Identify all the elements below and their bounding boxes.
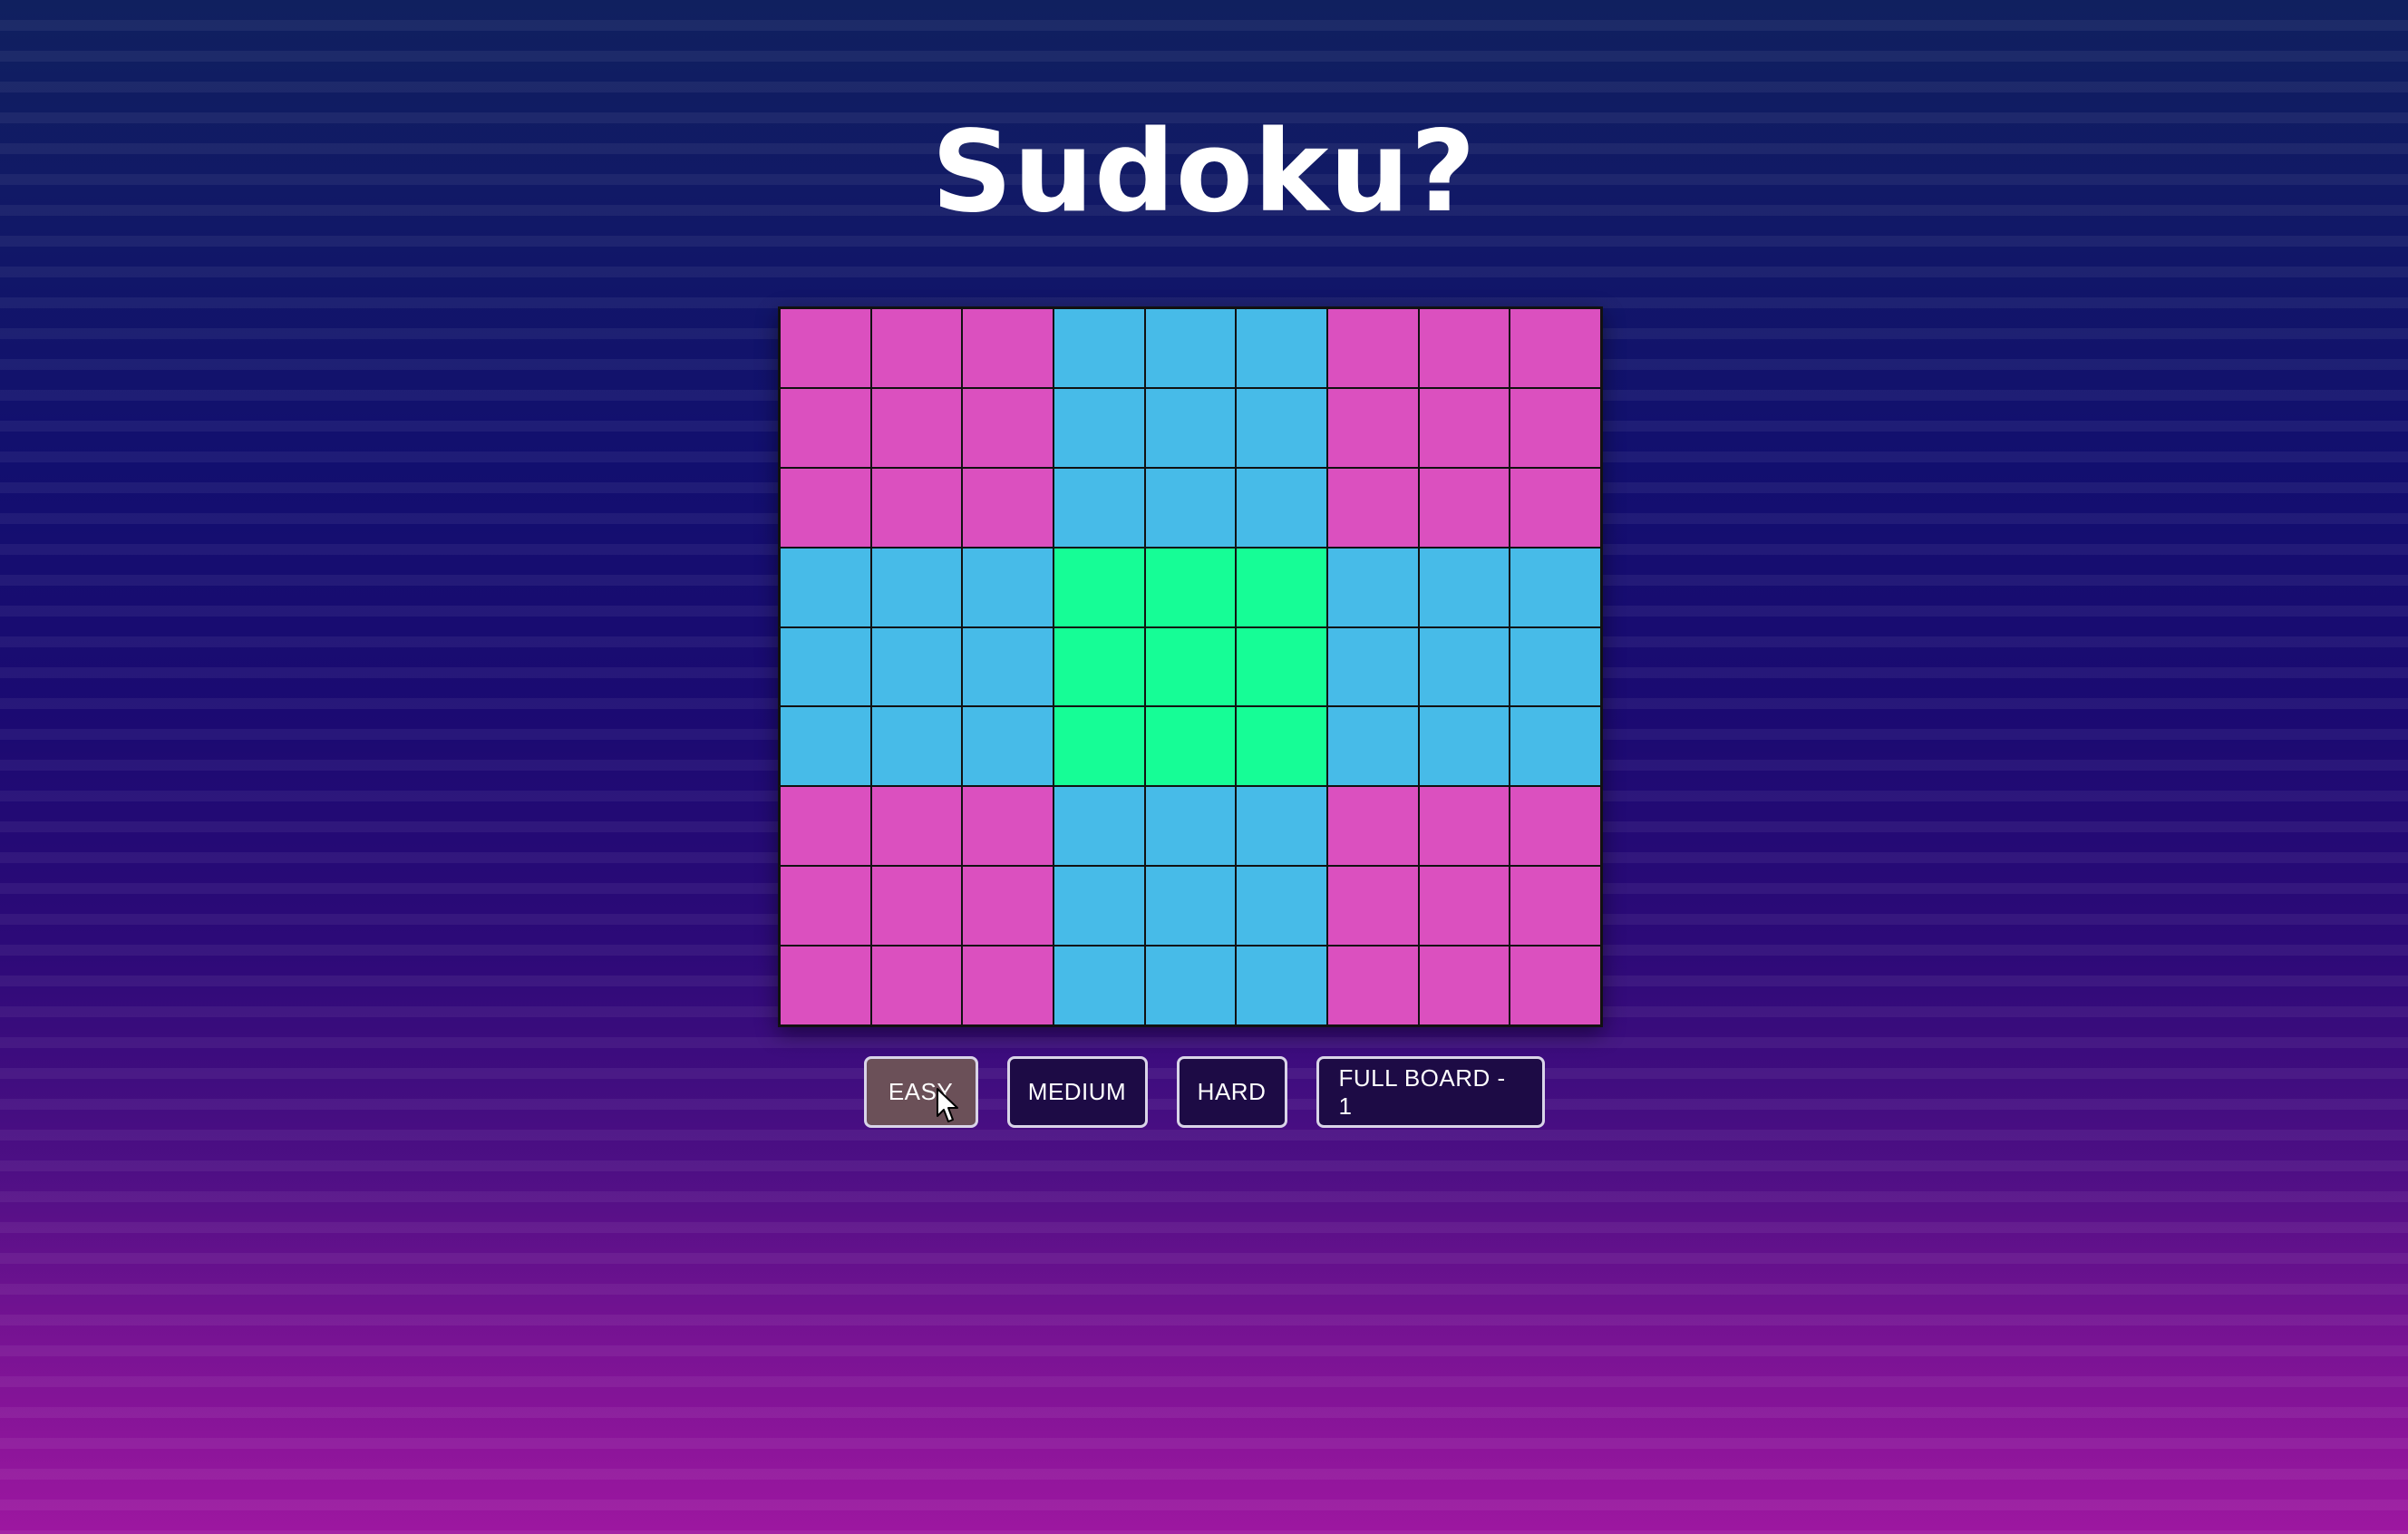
board-cell[interactable] [870, 308, 963, 388]
board-cell[interactable] [1510, 626, 1601, 707]
board-cell[interactable] [1053, 467, 1145, 548]
board-cell[interactable] [780, 706, 871, 787]
board-cell[interactable] [1510, 946, 1601, 1025]
board-cell[interactable] [870, 946, 963, 1025]
board-cell[interactable] [1236, 706, 1327, 787]
board-cell[interactable] [780, 308, 871, 388]
board-cell[interactable] [1510, 547, 1601, 627]
board-cell[interactable] [1236, 946, 1327, 1025]
board-cell[interactable] [1326, 387, 1419, 468]
board-cell[interactable] [1144, 786, 1237, 867]
board-cell[interactable] [1053, 866, 1145, 947]
board-cell[interactable] [1510, 866, 1601, 947]
board-cell[interactable] [1053, 786, 1145, 867]
board-cell[interactable] [1326, 786, 1419, 867]
board-cell[interactable] [1418, 467, 1510, 548]
board-cell[interactable] [780, 626, 871, 707]
board-cell[interactable] [1326, 547, 1419, 627]
board-cell[interactable] [1326, 866, 1419, 947]
board-cell[interactable] [1418, 866, 1510, 947]
board-cell[interactable] [1144, 946, 1237, 1025]
board-cell[interactable] [1418, 946, 1510, 1025]
board-cell[interactable] [1144, 866, 1237, 947]
mouse-pointer-icon [937, 1088, 958, 1122]
board-cell[interactable] [780, 786, 871, 867]
board-cell[interactable] [962, 387, 1054, 468]
board-cell[interactable] [1418, 626, 1510, 707]
board-cell[interactable] [1236, 866, 1327, 947]
board-cell[interactable] [870, 467, 963, 548]
board-cell[interactable] [962, 547, 1054, 627]
board-cell[interactable] [1418, 547, 1510, 627]
board-cell[interactable] [962, 866, 1054, 947]
board-cell[interactable] [1510, 308, 1601, 388]
board-cell[interactable] [1510, 387, 1601, 468]
board-cell[interactable] [1144, 308, 1237, 388]
board-cell[interactable] [780, 866, 871, 947]
board-cell[interactable] [962, 467, 1054, 548]
board-cell[interactable] [1053, 946, 1145, 1025]
sudoku-board [778, 306, 1603, 1027]
hard-button[interactable]: HARD [1176, 1056, 1287, 1128]
board-cell[interactable] [1326, 467, 1419, 548]
board-cell[interactable] [1053, 706, 1145, 787]
board-cell[interactable] [1236, 626, 1327, 707]
board-cell[interactable] [1144, 547, 1237, 627]
board-cell[interactable] [870, 786, 963, 867]
board-cell[interactable] [1418, 387, 1510, 468]
board-cell[interactable] [1418, 706, 1510, 787]
board-cell[interactable] [962, 786, 1054, 867]
difficulty-buttons: EASY MEDIUM HARD FULL BOARD - 1 [0, 1056, 2408, 1128]
board-cell[interactable] [1053, 547, 1145, 627]
board-cell[interactable] [870, 706, 963, 787]
board-cell[interactable] [1418, 308, 1510, 388]
board-cell[interactable] [1326, 626, 1419, 707]
board-cell[interactable] [1236, 547, 1327, 627]
board-cell[interactable] [1144, 626, 1237, 707]
board-cell[interactable] [1510, 467, 1601, 548]
board-cell[interactable] [870, 387, 963, 468]
board-cell[interactable] [1236, 786, 1327, 867]
board-cell[interactable] [1236, 387, 1327, 468]
medium-button[interactable]: MEDIUM [1006, 1056, 1148, 1128]
board-cell[interactable] [1144, 467, 1237, 548]
board-cell[interactable] [962, 706, 1054, 787]
page-title: Sudoku? [931, 107, 1477, 238]
board-cell[interactable] [1053, 387, 1145, 468]
board-cell[interactable] [870, 626, 963, 707]
board-cell[interactable] [780, 467, 871, 548]
board-cell[interactable] [1510, 706, 1601, 787]
board-cell[interactable] [1053, 626, 1145, 707]
board-cell[interactable] [1510, 786, 1601, 867]
board-cell[interactable] [780, 387, 871, 468]
full-board-button[interactable]: FULL BOARD - 1 [1316, 1056, 1545, 1128]
board-cell[interactable] [1418, 786, 1510, 867]
board-cell[interactable] [780, 946, 871, 1025]
board-cell[interactable] [870, 866, 963, 947]
board-cell[interactable] [1053, 308, 1145, 388]
board-cell[interactable] [1326, 706, 1419, 787]
board-cell[interactable] [962, 626, 1054, 707]
board-cell[interactable] [1144, 387, 1237, 468]
board-cell[interactable] [962, 308, 1054, 388]
board-cell[interactable] [1236, 308, 1327, 388]
board-cell[interactable] [1236, 467, 1327, 548]
board-cell[interactable] [1144, 706, 1237, 787]
board-cell[interactable] [780, 547, 871, 627]
board-cell[interactable] [870, 547, 963, 627]
board-cell[interactable] [1326, 308, 1419, 388]
board-cell[interactable] [1326, 946, 1419, 1025]
board-cell[interactable] [962, 946, 1054, 1025]
